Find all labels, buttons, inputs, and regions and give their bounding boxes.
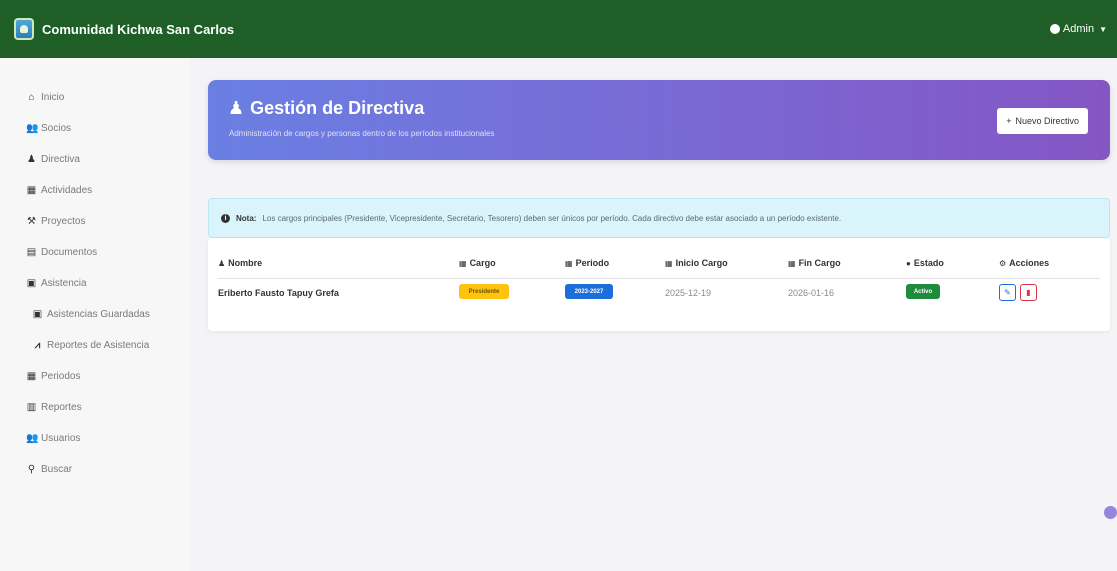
alert-strong: Nota:: [236, 213, 257, 223]
alert-text: Los cargos principales (Presidente, Vice…: [262, 213, 842, 223]
cell-nombre: Eriberto Fausto Tapuy Grefa: [218, 288, 339, 298]
sidebar-item-label: Usuarios: [41, 433, 81, 444]
info-circle-icon: ●: [906, 258, 911, 268]
user-icon: ♟: [218, 258, 226, 268]
top-navbar: Comunidad Kichwa San Carlos Admin ▼: [0, 0, 1117, 58]
sidebar-item-reportes[interactable]: ▥ Reportes: [0, 392, 190, 423]
page-title: ♟ Gestión de Directiva: [228, 98, 424, 119]
sidebar-item-actividades[interactable]: ▦ Actividades: [0, 175, 190, 206]
sidebar-item-label: Directiva: [41, 154, 80, 165]
user-tie-icon: ♟: [228, 98, 245, 118]
sidebar-item-label: Buscar: [41, 464, 73, 475]
header-fin-cargo[interactable]: ▦ Fin Cargo: [788, 258, 841, 268]
sidebar-item-label: Periodos: [41, 371, 81, 382]
calendar-icon: ▦: [26, 185, 37, 196]
user-tie-icon: ♟: [27, 154, 36, 165]
header-label: Inicio Cargo: [675, 258, 728, 268]
users-icon: 👥: [26, 123, 39, 134]
sidebar-item-buscar[interactable]: ⚲ Buscar: [0, 454, 190, 485]
sidebar-item-label: Actividades: [41, 185, 93, 196]
info-alert: i Nota: Los cargos principales (Presiden…: [208, 198, 1110, 238]
sidebar-item-label: Asistencias Guardadas: [47, 309, 150, 320]
sidebar-item-inicio[interactable]: ⌂ Inicio: [0, 82, 190, 113]
sidebar-item-socios[interactable]: 👥 Socios: [0, 113, 190, 144]
sidebar-item-label: Inicio: [41, 92, 65, 103]
header-nombre[interactable]: ♟ Nombre: [218, 258, 262, 268]
calendar-icon: ▦: [565, 258, 573, 268]
file-icon: ▤: [26, 247, 37, 258]
sidebar-item-label: Proyectos: [41, 216, 86, 227]
chart-line-icon: ⩘: [34, 340, 41, 351]
periodo-badge: 2023-2027: [565, 284, 613, 299]
saved-icon: ▣: [32, 309, 43, 320]
calendar-plus-icon: ▦: [665, 258, 673, 268]
sidebar-item-label: Reportes: [41, 402, 82, 413]
page-subtitle: Administración de cargos y personas dent…: [229, 129, 495, 138]
sidebar-item-label: Documentos: [41, 247, 98, 258]
sidebar-item-label: Asistencia: [41, 278, 87, 289]
new-directivo-label: Nuevo Directivo: [1015, 116, 1079, 126]
delete-button[interactable]: ▮: [1020, 284, 1037, 301]
brand-title[interactable]: Comunidad Kichwa San Carlos: [42, 22, 234, 37]
sidebar-item-usuarios[interactable]: 👥 Usuarios: [0, 423, 190, 454]
header-estado[interactable]: ● Estado: [906, 258, 944, 268]
header-inicio-cargo[interactable]: ▦ Inicio Cargo: [665, 258, 728, 268]
sidebar-item-directiva[interactable]: ♟ Directiva: [0, 144, 190, 175]
sidebar-item-asistencia[interactable]: ▣ Asistencia: [0, 268, 190, 299]
edit-icon: ✎: [1004, 288, 1011, 297]
header-acciones: ⚙ Acciones: [999, 258, 1049, 268]
sidebar-item-proyectos[interactable]: ⚒ Proyectos: [0, 206, 190, 237]
header-divider: [218, 278, 1100, 279]
header-label: Estado: [913, 258, 944, 268]
directiva-table: ♟ Nombre ▦ Cargo ▦ Periodo ▦ Inicio Carg…: [208, 238, 1110, 331]
edit-button[interactable]: ✎: [999, 284, 1016, 301]
new-directivo-button[interactable]: + Nuevo Directivo: [997, 108, 1088, 134]
cell-inicio-cargo: 2025-12-19: [665, 288, 712, 298]
page-title-text: Gestión de Directiva: [250, 98, 425, 118]
brand[interactable]: Comunidad Kichwa San Carlos: [14, 18, 234, 40]
header-cargo[interactable]: ▦ Cargo: [459, 258, 496, 268]
sidebar-item-documentos[interactable]: ▤ Documentos: [0, 237, 190, 268]
gear-icon: ⚙: [999, 258, 1007, 268]
community-logo-icon: [14, 18, 34, 40]
sidebar-item-periodos[interactable]: ▦ Periodos: [0, 361, 190, 392]
floating-action-dot[interactable]: [1104, 506, 1117, 519]
trash-icon: ▮: [1026, 288, 1031, 297]
project-icon: ⚒: [27, 216, 36, 227]
cargo-badge: Presidente: [459, 284, 509, 299]
sidebar-item-reportes-asistencia[interactable]: ⩘ Reportes de Asistencia: [0, 330, 190, 361]
admin-user-menu[interactable]: Admin ▼: [1049, 23, 1107, 35]
caret-down-icon: ▼: [1099, 24, 1107, 34]
sidebar-item-asistencias-guardadas[interactable]: ▣ Asistencias Guardadas: [0, 299, 190, 330]
home-icon: ⌂: [28, 92, 35, 103]
users-cog-icon: 👥: [26, 433, 39, 444]
sidebar-item-label: Reportes de Asistencia: [47, 340, 150, 351]
calendar-icon: ▦: [26, 371, 37, 382]
header-label: Fin Cargo: [798, 258, 841, 268]
cell-fin-cargo: 2026-01-16: [788, 288, 835, 298]
header-periodo[interactable]: ▦ Periodo: [565, 258, 609, 268]
admin-label: Admin: [1062, 23, 1095, 35]
chart-bar-icon: ▥: [26, 402, 37, 413]
page-header-banner: ♟ Gestión de Directiva Administración de…: [208, 80, 1110, 160]
info-circle-icon: i: [221, 213, 230, 223]
header-label: Acciones: [1009, 258, 1050, 268]
briefcase-icon: ▦: [459, 258, 467, 268]
sidebar: ⌂ Inicio 👥 Socios ♟ Directiva ▦ Activida…: [0, 58, 190, 571]
clipboard-icon: ▣: [26, 278, 37, 289]
plus-icon: +: [1006, 116, 1012, 126]
search-icon: ⚲: [27, 464, 36, 475]
sidebar-item-label: Socios: [41, 123, 72, 134]
header-label: Periodo: [575, 258, 610, 268]
header-label: Cargo: [469, 258, 496, 268]
status-badge: Activo: [906, 284, 940, 299]
main-content: ♟ Gestión de Directiva Administración de…: [190, 58, 1117, 571]
user-circle-icon: [1049, 24, 1060, 34]
header-label: Nombre: [228, 258, 263, 268]
calendar-x-icon: ▦: [788, 258, 796, 268]
